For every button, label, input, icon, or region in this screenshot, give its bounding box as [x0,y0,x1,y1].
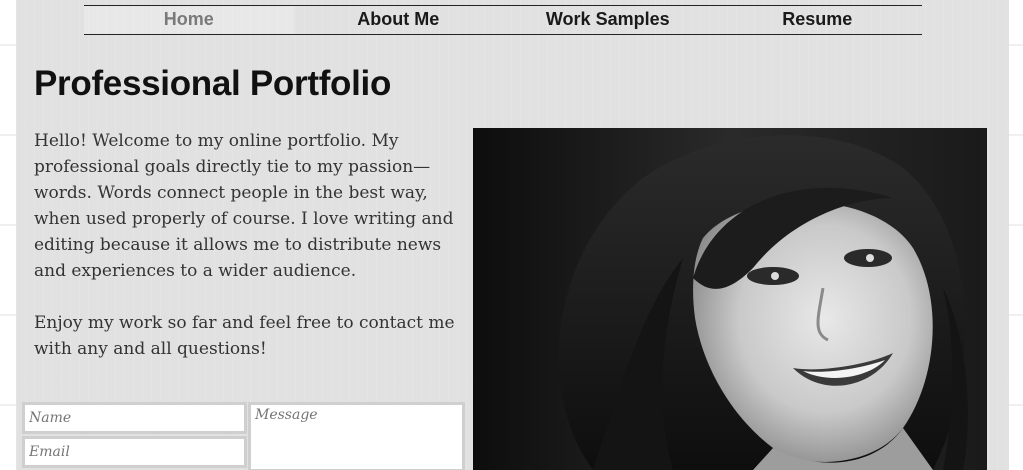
intro-paragraph: Hello! Welcome to my online portfolio. M… [34,131,454,281]
portrait-image [473,128,987,470]
nav-item-home[interactable]: Home [84,6,294,34]
page-container: Home About Me Work Samples Resume Profes… [16,0,1009,470]
intro-paragraph: Enjoy my work so far and feel free to co… [34,313,455,359]
name-field[interactable] [22,402,247,434]
right-edge-decoration [1009,0,1023,470]
main-nav: Home About Me Work Samples Resume [84,5,922,35]
page-title: Professional Portfolio [34,64,392,103]
email-field[interactable] [22,436,247,468]
nav-item-about-me[interactable]: About Me [294,6,504,34]
portrait-photo [473,128,987,470]
nav-item-work-samples[interactable]: Work Samples [503,6,713,34]
left-edge-decoration [0,0,16,470]
message-field[interactable] [248,402,465,470]
intro-text: Hello! Welcome to my online portfolio. M… [34,128,459,388]
nav-item-resume[interactable]: Resume [713,6,923,34]
